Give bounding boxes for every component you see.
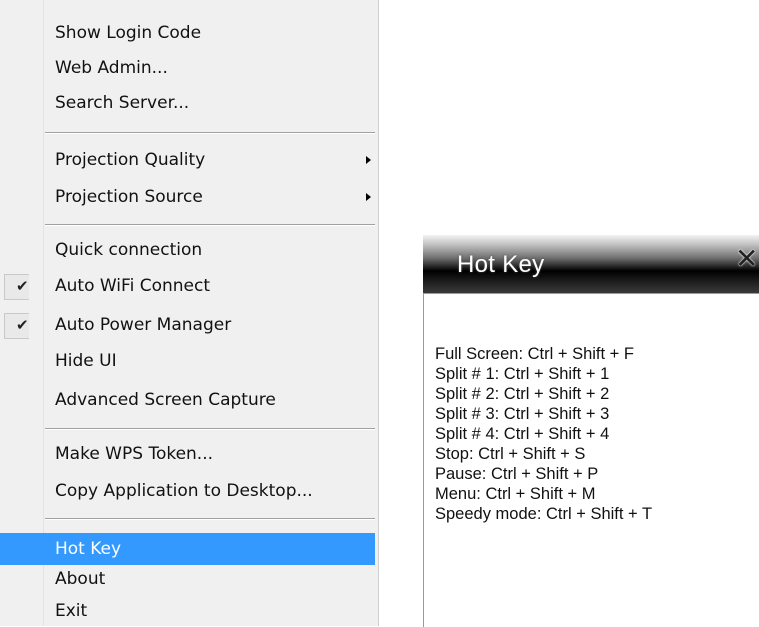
context-menu: Show Login Code Web Admin... Search Serv… bbox=[0, 0, 379, 626]
hot-key-line: Split # 4: Ctrl + Shift + 4 bbox=[435, 425, 610, 443]
submenu-arrow-icon bbox=[366, 193, 371, 201]
menu-item-label: Hot Key bbox=[55, 539, 122, 559]
close-icon[interactable]: ✕ bbox=[735, 245, 758, 273]
menu-separator bbox=[45, 132, 375, 134]
menu-item-copy-application-to-desktop[interactable]: Copy Application to Desktop... bbox=[0, 475, 375, 507]
menu-item-hide-ui[interactable]: Hide UI bbox=[0, 345, 375, 377]
menu-item-label: Auto Power Manager bbox=[55, 315, 232, 335]
hot-key-line: Split # 3: Ctrl + Shift + 3 bbox=[435, 405, 610, 423]
menu-item-label: Make WPS Token... bbox=[55, 444, 214, 464]
menu-item-search-server[interactable]: Search Server... bbox=[0, 87, 375, 119]
hot-key-line: Speedy mode: Ctrl + Shift + T bbox=[435, 505, 653, 523]
menu-item-projection-quality[interactable]: Projection Quality bbox=[0, 144, 375, 176]
menu-item-exit[interactable]: Exit bbox=[0, 595, 375, 627]
menu-separator bbox=[45, 224, 375, 226]
hot-key-window: Hot Key ✕ Full Screen: Ctrl + Shift + F … bbox=[423, 235, 759, 627]
menu-item-label: Web Admin... bbox=[55, 58, 168, 78]
menu-item-label: Auto WiFi Connect bbox=[55, 276, 210, 296]
hot-key-line: Pause: Ctrl + Shift + P bbox=[435, 465, 599, 483]
window-title: Hot Key bbox=[457, 251, 545, 278]
menu-item-label: Advanced Screen Capture bbox=[55, 390, 276, 410]
hot-key-list: Full Screen: Ctrl + Shift + F Split # 1:… bbox=[435, 344, 652, 524]
menu-item-auto-power-manager[interactable]: ✔ Auto Power Manager bbox=[0, 309, 375, 341]
checkmark-icon: ✔ bbox=[16, 277, 29, 295]
hot-key-line: Split # 2: Ctrl + Shift + 2 bbox=[435, 385, 610, 403]
menu-item-label: Projection Source bbox=[55, 187, 203, 207]
menu-item-show-login-code[interactable]: Show Login Code bbox=[0, 17, 375, 49]
menu-item-hot-key[interactable]: Hot Key bbox=[0, 533, 375, 565]
menu-item-label: Hide UI bbox=[55, 351, 117, 371]
menu-item-label: About bbox=[55, 569, 106, 589]
menu-item-label: Search Server... bbox=[55, 93, 190, 113]
menu-item-label: Projection Quality bbox=[55, 150, 206, 170]
hot-key-line: Stop: Ctrl + Shift + S bbox=[435, 445, 586, 463]
menu-item-label: Show Login Code bbox=[55, 23, 202, 43]
menu-item-projection-source[interactable]: Projection Source bbox=[0, 181, 375, 213]
menu-item-advanced-screen-capture[interactable]: Advanced Screen Capture bbox=[0, 384, 375, 416]
hot-key-line: Full Screen: Ctrl + Shift + F bbox=[435, 345, 634, 363]
menu-item-make-wps-token[interactable]: Make WPS Token... bbox=[0, 438, 375, 470]
menu-item-label: Exit bbox=[55, 601, 88, 621]
menu-separator bbox=[45, 518, 375, 520]
hot-key-line: Split # 1: Ctrl + Shift + 1 bbox=[435, 365, 610, 383]
menu-separator bbox=[45, 428, 375, 430]
submenu-arrow-icon bbox=[366, 156, 371, 164]
checkmark-icon: ✔ bbox=[16, 316, 29, 334]
menu-item-about[interactable]: About bbox=[0, 563, 375, 595]
hot-key-line: Menu: Ctrl + Shift + M bbox=[435, 485, 596, 503]
menu-item-quick-connection[interactable]: Quick connection bbox=[0, 234, 375, 266]
menu-item-web-admin[interactable]: Web Admin... bbox=[0, 52, 375, 84]
menu-item-label: Quick connection bbox=[55, 240, 203, 260]
menu-item-auto-wifi-connect[interactable]: ✔ Auto WiFi Connect bbox=[0, 270, 375, 302]
menu-item-label: Copy Application to Desktop... bbox=[55, 481, 313, 501]
